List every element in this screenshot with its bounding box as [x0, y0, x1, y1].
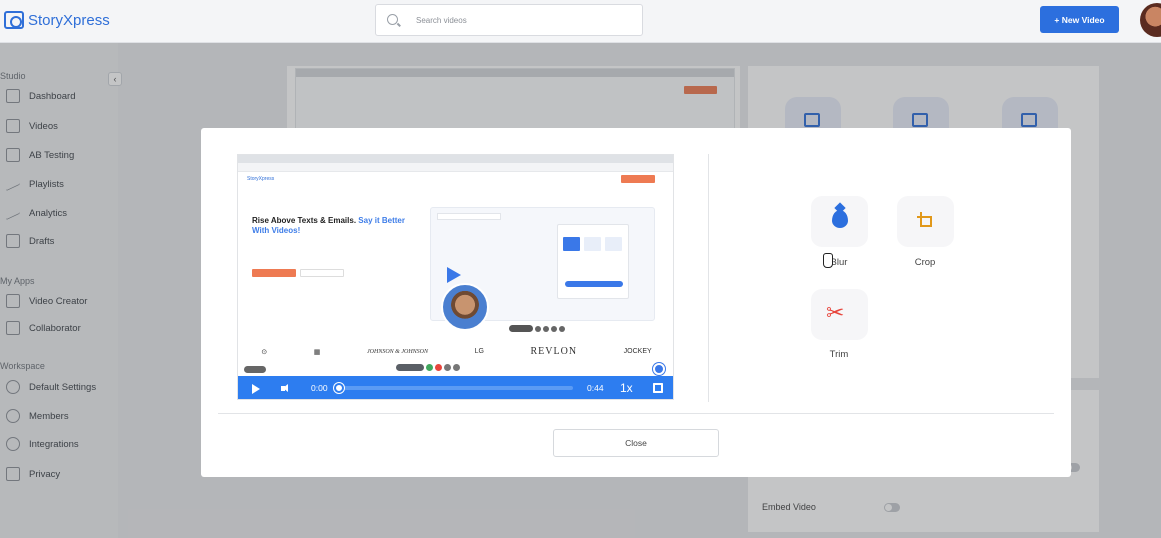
browser-address-bar: [238, 163, 673, 172]
search-icon: [387, 14, 398, 25]
trim-button[interactable]: ✂: [811, 289, 868, 340]
recorder-toolbar: [396, 364, 460, 371]
mockup-panel: [557, 224, 629, 299]
scissors-icon: ✂: [826, 300, 845, 325]
video-cta-secondary: [300, 269, 344, 277]
brand-logos: ⊙ ▦ JOHNSON & JOHNSON LG REVLON JOCKEY: [238, 346, 673, 357]
brand-logo: LG: [474, 348, 484, 355]
brand-logo: REVLON: [530, 346, 578, 357]
duration: 0:44: [587, 383, 604, 393]
close-button[interactable]: Close: [553, 429, 719, 457]
video-play-overlay-icon: [447, 267, 461, 283]
modal-footer-divider: [218, 413, 1054, 414]
progress-knob[interactable]: [334, 383, 344, 393]
recording-dot: [543, 325, 549, 332]
crop-icon: [917, 212, 934, 229]
crop-label: Crop: [914, 257, 936, 268]
recording-dot: [535, 325, 541, 332]
video-cta-primary: [252, 269, 296, 277]
fullscreen-icon[interactable]: [653, 383, 663, 393]
video-controls-bar: 0:00 0:44 1x: [238, 376, 673, 399]
user-avatar[interactable]: [1140, 3, 1161, 37]
brand-logo: JOCKEY: [623, 348, 652, 355]
mockup-action: [565, 281, 623, 287]
blur-drop-icon: [832, 210, 848, 228]
recording-badge: [244, 366, 266, 373]
new-video-button[interactable]: + New Video: [1040, 6, 1119, 33]
browser-tab-strip: [238, 155, 673, 163]
mouse-cursor-icon: [823, 253, 833, 268]
current-time: 0:00: [311, 383, 328, 393]
recording-controls: [509, 325, 573, 332]
mockup-option-3: [605, 237, 622, 251]
recorder-pill: [396, 364, 424, 371]
trim-label: Trim: [829, 349, 849, 360]
playback-speed[interactable]: 1x: [620, 381, 633, 395]
chat-bubble-icon: [653, 363, 665, 375]
play-icon[interactable]: [252, 384, 260, 394]
brand-logo: ▦: [313, 348, 321, 356]
blur-button[interactable]: [811, 196, 868, 247]
recorder-dot: [435, 364, 442, 371]
mockup-option-1: [563, 237, 580, 251]
video-headline: Rise Above Texts & Emails. Say it Better…: [252, 216, 412, 236]
search-input[interactable]: [416, 13, 626, 28]
recorder-dot: [426, 364, 433, 371]
recording-pill: [509, 325, 533, 332]
progress-track[interactable]: [336, 386, 573, 390]
brand-logo: ⊙: [261, 348, 268, 356]
recorder-dot: [453, 364, 460, 371]
recorder-dot: [444, 364, 451, 371]
volume-icon[interactable]: [281, 384, 289, 393]
mockup-toolbar: [437, 213, 501, 220]
modal-divider: [708, 154, 709, 402]
presenter-bubble: [441, 283, 489, 331]
brand-logo: JOHNSON & JOHNSON: [366, 348, 428, 355]
logo-mark-icon: [4, 11, 24, 29]
video-edit-modal: StoryXpress Rise Above Texts & Emails. S…: [201, 128, 1071, 477]
mockup-option-2: [584, 237, 601, 251]
crop-button[interactable]: [897, 196, 954, 247]
blur-label: Blur: [830, 257, 848, 268]
top-bar: StoryXpress + New Video: [0, 0, 1161, 43]
headline-part1: Rise Above Texts & Emails.: [252, 216, 357, 225]
recording-dot: [551, 325, 557, 332]
search-box[interactable]: [375, 4, 643, 36]
video-site-logo: StoryXpress: [247, 176, 275, 182]
video-player[interactable]: StoryXpress Rise Above Texts & Emails. S…: [237, 154, 674, 400]
recording-dot: [559, 325, 565, 332]
storyxpress-logo[interactable]: StoryXpress: [4, 11, 110, 29]
logo-text: StoryXpress: [28, 11, 110, 29]
video-site-nav-button: [621, 175, 655, 183]
